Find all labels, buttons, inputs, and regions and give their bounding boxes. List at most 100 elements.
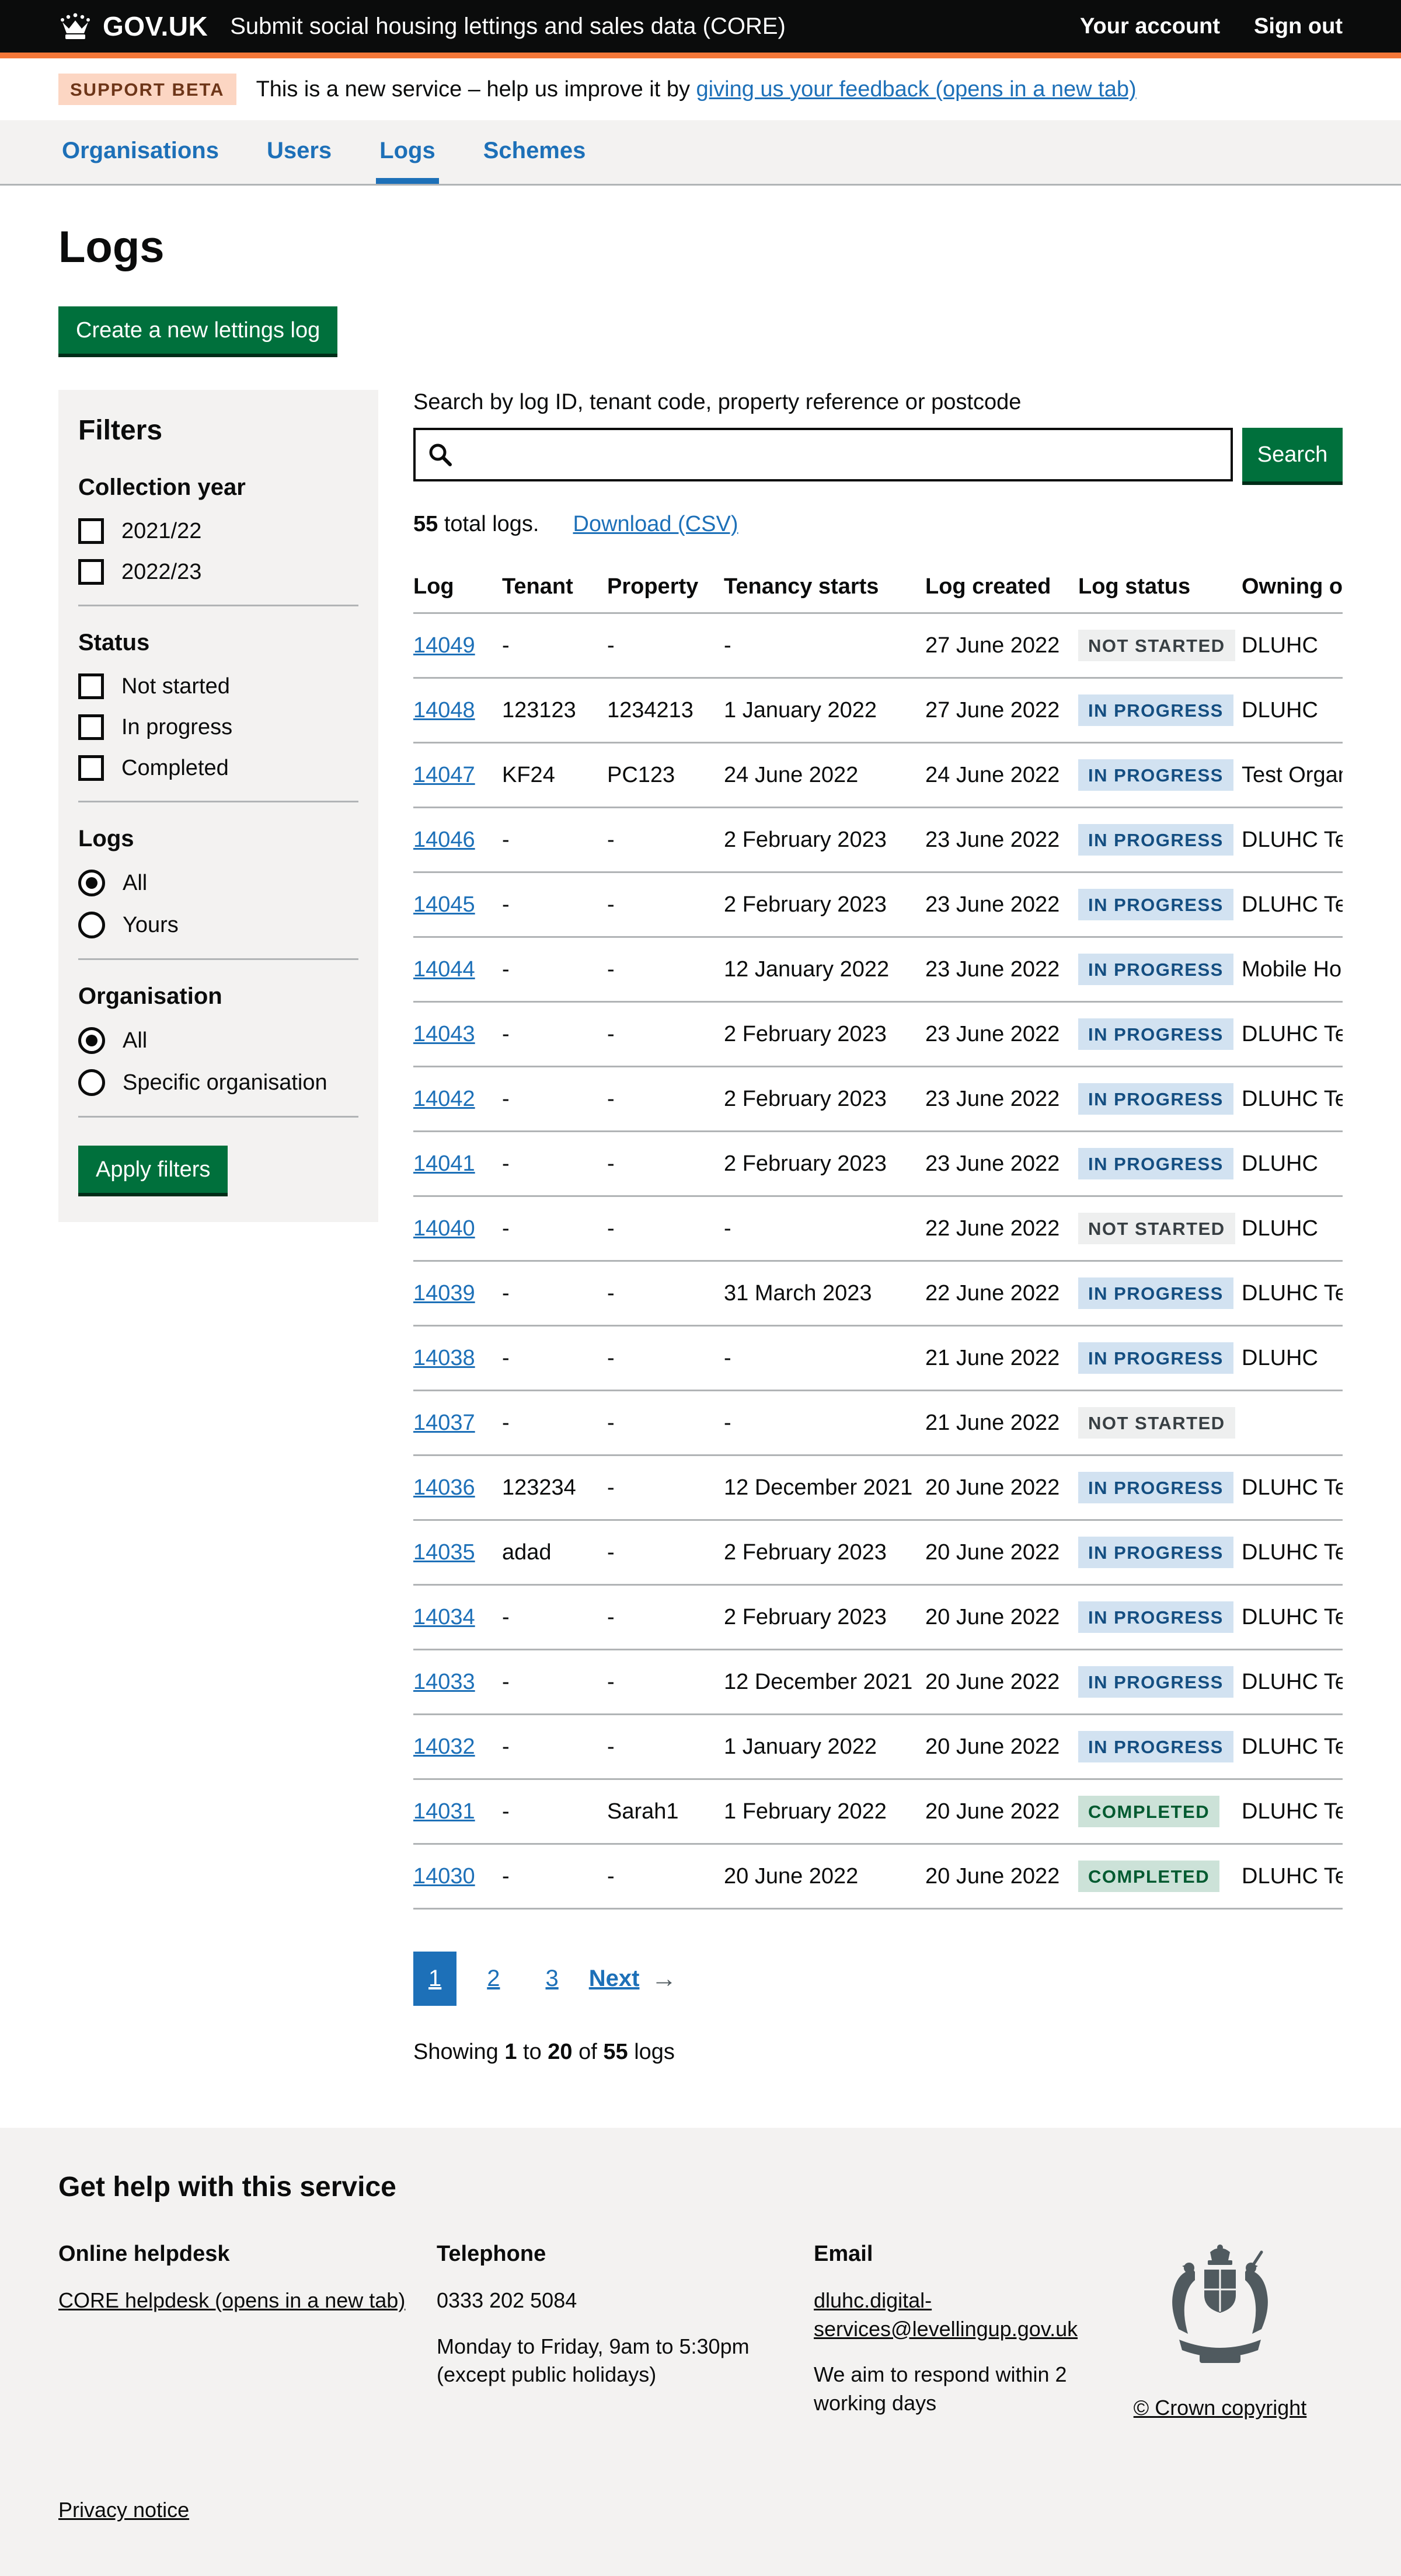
page-3[interactable]: 3 xyxy=(531,1952,574,2006)
footer: Get help with this service Online helpde… xyxy=(0,2128,1401,2576)
table-row: 14044--12 January 202223 June 2022IN PRO… xyxy=(413,937,1343,1002)
tenancy-starts-cell: 12 December 2021 xyxy=(724,1650,925,1715)
search-box xyxy=(413,428,1233,481)
crown-copyright-link[interactable]: © Crown copyright xyxy=(1134,2396,1307,2420)
filter-group-collection-year: Collection year xyxy=(78,474,358,501)
tenant-cell: KF24 xyxy=(502,743,607,808)
tenancy-starts-cell: 24 June 2022 xyxy=(724,743,925,808)
log-link-14039[interactable]: 14039 xyxy=(413,1281,475,1306)
log-link-14036[interactable]: 14036 xyxy=(413,1475,475,1500)
filter-group-organisation: Organisation xyxy=(78,983,358,1010)
page-2[interactable]: 2 xyxy=(472,1952,515,2006)
filter-option-label: Yours xyxy=(123,913,179,938)
table-row: 14039--31 March 202322 June 2022IN PROGR… xyxy=(413,1261,1343,1326)
property-cell: - xyxy=(607,937,724,1002)
log-link-14033[interactable]: 14033 xyxy=(413,1670,475,1694)
service-name[interactable]: Submit social housing lettings and sales… xyxy=(230,13,786,40)
core-helpdesk-link[interactable]: CORE helpdesk (opens in a new tab) xyxy=(58,2288,405,2312)
property-cell: - xyxy=(607,1067,724,1132)
privacy-notice-link[interactable]: Privacy notice xyxy=(58,2498,189,2522)
log-link-14037[interactable]: 14037 xyxy=(413,1411,475,1435)
log-link-14042[interactable]: 14042 xyxy=(413,1087,475,1111)
log-link-14049[interactable]: 14049 xyxy=(413,633,475,658)
owning-org-cell: DLUHC xyxy=(1242,678,1343,743)
footer-crest-column: © Crown copyright xyxy=(1097,2242,1343,2435)
log-link-14045[interactable]: 14045 xyxy=(413,892,475,917)
log-link-14044[interactable]: 14044 xyxy=(413,957,475,982)
filter-option-status-not-started: Not started xyxy=(78,673,358,699)
checkbox-2021-22[interactable] xyxy=(78,518,104,544)
log-link-14041[interactable]: 14041 xyxy=(413,1151,475,1176)
table-row: 14047KF24PC12324 June 202224 June 2022IN… xyxy=(413,743,1343,808)
nav-item-organisations[interactable]: Organisations xyxy=(58,120,222,184)
log-link-14034[interactable]: 14034 xyxy=(413,1605,475,1629)
owning-org-cell: DLUHC Tes xyxy=(1242,1067,1343,1132)
checkbox-not-started[interactable] xyxy=(78,673,104,699)
table-row: 14038---21 June 2022IN PROGRESSDLUHC xyxy=(413,1326,1343,1391)
log-link-14038[interactable]: 14038 xyxy=(413,1346,475,1370)
filter-option-organisation-all: All xyxy=(78,1027,358,1054)
telephone-heading: Telephone xyxy=(437,2242,814,2267)
radio-all[interactable] xyxy=(78,870,105,896)
log-link-14032[interactable]: 14032 xyxy=(413,1734,475,1759)
log-link-14031[interactable]: 14031 xyxy=(413,1799,475,1824)
filter-option-label: Not started xyxy=(121,674,230,699)
your-account-link[interactable]: Your account xyxy=(1080,14,1220,39)
checkbox-2022-23[interactable] xyxy=(78,559,104,585)
tenant-cell: - xyxy=(502,613,607,678)
next-page-link[interactable]: Next xyxy=(589,1952,640,2006)
table-row: 14034--2 February 202320 June 2022IN PRO… xyxy=(413,1585,1343,1650)
nav-item-logs[interactable]: Logs xyxy=(376,120,439,184)
log-created-cell: 21 June 2022 xyxy=(925,1326,1078,1391)
results-section: Search by log ID, tenant code, property … xyxy=(413,390,1343,2065)
tenant-cell: 123234 xyxy=(502,1455,607,1520)
apply-filters-button[interactable]: Apply filters xyxy=(78,1146,228,1193)
govuk-logotype: GOV.UK xyxy=(103,11,208,42)
nav-item-users[interactable]: Users xyxy=(263,120,335,184)
property-cell: - xyxy=(607,1002,724,1067)
footer-title: Get help with this service xyxy=(58,2171,1343,2203)
govuk-logo[interactable]: GOV.UK xyxy=(58,11,208,42)
nav-item-schemes[interactable]: Schemes xyxy=(480,120,590,184)
showing-summary: Showing 1 to 20 of 55 logs xyxy=(413,2040,1343,2065)
status-badge: IN PROGRESS xyxy=(1078,1537,1233,1568)
status-badge: IN PROGRESS xyxy=(1078,1731,1233,1762)
filter-divider xyxy=(78,958,358,960)
download-csv-link[interactable]: Download (CSV) xyxy=(573,512,738,537)
radio-yours[interactable] xyxy=(78,912,105,938)
checkbox-in-progress[interactable] xyxy=(78,714,104,740)
email-link[interactable]: dluhc.digital-services@levellingup.gov.u… xyxy=(814,2288,1078,2341)
create-lettings-log-button[interactable]: Create a new lettings log xyxy=(58,306,337,354)
table-row: 14042--2 February 202323 June 2022IN PRO… xyxy=(413,1067,1343,1132)
log-created-cell: 23 June 2022 xyxy=(925,808,1078,872)
status-badge: IN PROGRESS xyxy=(1078,694,1233,726)
checkbox-completed[interactable] xyxy=(78,755,104,781)
search-button[interactable]: Search xyxy=(1242,428,1343,481)
property-cell: 1234213 xyxy=(607,678,724,743)
log-link-14040[interactable]: 14040 xyxy=(413,1216,475,1241)
log-link-14030[interactable]: 14030 xyxy=(413,1864,475,1889)
helpdesk-heading: Online helpdesk xyxy=(58,2242,437,2267)
search-input[interactable] xyxy=(413,428,1233,481)
log-link-14047[interactable]: 14047 xyxy=(413,763,475,787)
owning-org-cell: Test Organis xyxy=(1242,743,1343,808)
log-link-14043[interactable]: 14043 xyxy=(413,1022,475,1046)
owning-org-cell: DLUHC xyxy=(1242,1326,1343,1391)
feedback-link[interactable]: giving us your feedback (opens in a new … xyxy=(696,77,1137,102)
log-link-14035[interactable]: 14035 xyxy=(413,1540,475,1565)
owning-org-cell: DLUHC xyxy=(1242,1196,1343,1261)
log-link-14046[interactable]: 14046 xyxy=(413,828,475,852)
log-link-14048[interactable]: 14048 xyxy=(413,698,475,722)
property-cell: - xyxy=(607,1844,724,1909)
column-header-log-created: Log created xyxy=(925,561,1078,613)
status-badge: IN PROGRESS xyxy=(1078,954,1233,985)
sign-out-link[interactable]: Sign out xyxy=(1254,14,1343,39)
radio-all[interactable] xyxy=(78,1027,105,1054)
status-badge: IN PROGRESS xyxy=(1078,889,1233,920)
radio-specific-organisation[interactable] xyxy=(78,1069,105,1096)
telephone-number: 0333 202 5084 xyxy=(437,2287,814,2315)
page-1[interactable]: 1 xyxy=(413,1952,456,2006)
filter-option-label: In progress xyxy=(121,715,232,740)
property-cell: - xyxy=(607,613,724,678)
tenancy-starts-cell: 20 June 2022 xyxy=(724,1844,925,1909)
